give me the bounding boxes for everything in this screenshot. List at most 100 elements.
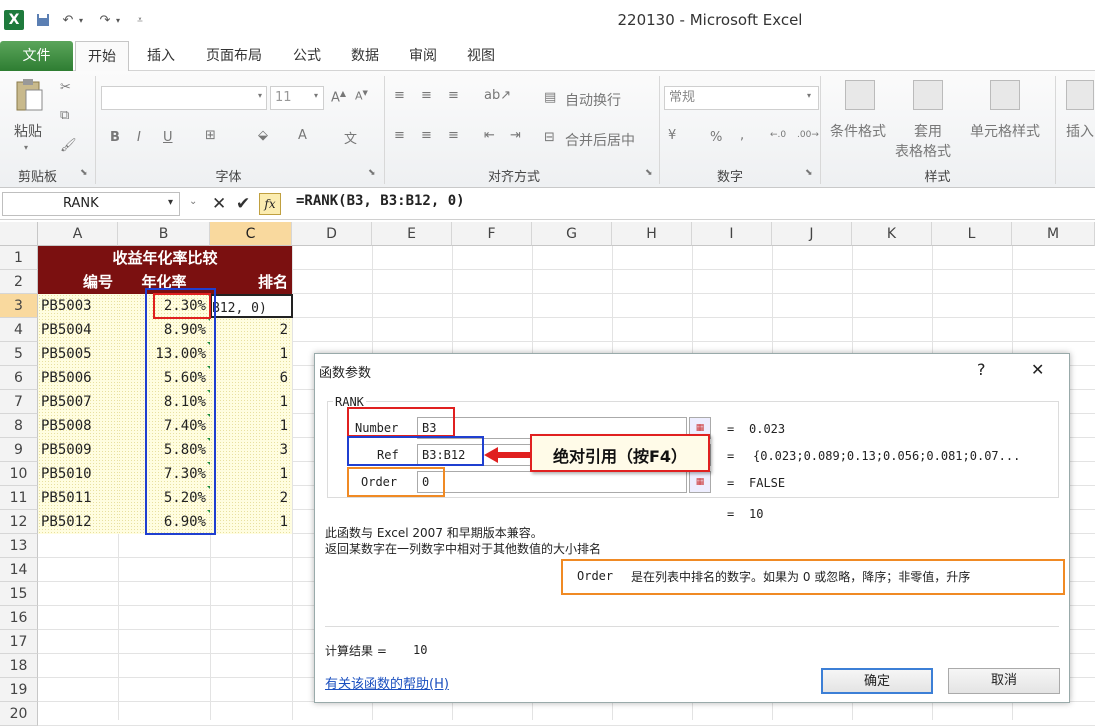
select-all-corner[interactable] [0,222,38,246]
tab-home[interactable]: 开始 [75,41,129,71]
cell-id[interactable]: PB5004 [38,318,118,342]
editing-cell-c3[interactable]: B12, 0) [210,294,293,318]
number-format-select[interactable]: 常规 [664,86,819,110]
font-color-icon[interactable]: A [298,128,307,143]
row-header-20[interactable]: 20 [0,702,38,726]
italic-button[interactable]: I [137,130,141,145]
clipboard-launcher-icon[interactable]: ⬊ [80,168,88,178]
tab-review[interactable]: 审阅 [397,41,449,71]
tab-insert[interactable]: 插入 [134,41,188,71]
wrap-text-button[interactable]: 自动换行 [565,90,621,110]
font-launcher-icon[interactable]: ⬊ [368,168,376,178]
row-header-10[interactable]: 10 [0,462,38,486]
column-header-d[interactable]: D [292,222,372,246]
arg-input-order[interactable]: 0 [417,471,687,493]
row-header-9[interactable]: 9 [0,438,38,462]
expand-icon[interactable]: ⌄ [189,196,197,207]
percent-button[interactable]: % [710,130,722,145]
function-help-link[interactable]: 有关该函数的帮助(H) [325,673,449,692]
phonetic-icon[interactable]: 文 [344,128,357,147]
row-header-6[interactable]: 6 [0,366,38,390]
cell-rank[interactable]: 1 [210,342,292,366]
name-box-dropdown-icon[interactable]: ▾ [168,197,173,208]
format-painter-icon[interactable]: 🖌 [60,138,77,153]
tab-file[interactable]: 文件 [0,41,73,71]
cell-styles-button[interactable]: 单元格样式 [970,121,1040,141]
fill-color-icon[interactable]: ⬙ [258,128,268,143]
cell-id[interactable]: PB5007 [38,390,118,414]
column-header-f[interactable]: F [452,222,532,246]
cell-rank[interactable]: 3 [210,438,292,462]
format-table-icon[interactable] [913,80,943,110]
increase-decimal-icon[interactable]: ←.0 [770,130,786,140]
row-header-15[interactable]: 15 [0,582,38,606]
ok-button[interactable]: 确定 [821,668,933,694]
column-header-m[interactable]: M [1012,222,1095,246]
column-header-b[interactable]: B [118,222,210,246]
merge-center-icon[interactable]: ⊟ [544,130,555,145]
comma-button[interactable]: , [740,128,744,143]
formula-input[interactable]: =RANK(B3, B3:B12, 0) [296,193,465,209]
cancel-button[interactable]: 取消 [948,668,1060,694]
cell-id[interactable]: PB5011 [38,486,118,510]
column-header-c[interactable]: C [210,222,292,246]
collapse-dialog-icon[interactable]: ▦ [689,471,711,493]
row-header-17[interactable]: 17 [0,630,38,654]
row-header-16[interactable]: 16 [0,606,38,630]
tab-page-layout[interactable]: 页面布局 [195,41,273,71]
insert-function-icon[interactable]: fx [259,193,281,215]
enter-icon[interactable]: ✔ [236,194,250,214]
row-header-14[interactable]: 14 [0,558,38,582]
cell-rank[interactable]: 1 [210,462,292,486]
wrap-text-icon[interactable]: ▤ [544,90,556,105]
name-box[interactable]: RANK [2,192,180,216]
cell-id[interactable]: PB5009 [38,438,118,462]
underline-button[interactable]: U [163,130,173,145]
cell-rank[interactable]: 1 [210,414,292,438]
tab-view[interactable]: 视图 [456,41,506,71]
align-top-icon[interactable]: ≡ [394,88,405,103]
header-rank[interactable]: 排名 [210,270,292,294]
row-header-2[interactable]: 2 [0,270,38,294]
font-name-dropdown-icon[interactable]: ▾ [258,91,262,100]
row-header-8[interactable]: 8 [0,414,38,438]
align-bottom-icon[interactable]: ≡ [448,88,459,103]
currency-icon[interactable]: ¥ [668,128,676,143]
tab-formulas[interactable]: 公式 [282,41,332,71]
border-icon[interactable]: ⊞ [205,128,216,143]
cell-rank[interactable]: 1 [210,510,292,534]
cell-id[interactable]: PB5012 [38,510,118,534]
cell-id[interactable]: PB5010 [38,462,118,486]
orientation-icon[interactable]: ab↗ [484,88,511,103]
insert-cells-icon[interactable] [1066,80,1094,110]
row-header-3[interactable]: 3 [0,294,38,318]
column-header-a[interactable]: A [38,222,118,246]
row-header-19[interactable]: 19 [0,678,38,702]
header-id[interactable]: 编号 [38,270,118,294]
row-header-7[interactable]: 7 [0,390,38,414]
close-icon[interactable]: ✕ [1031,360,1044,379]
align-center-icon[interactable]: ≡ [421,128,432,143]
tab-data[interactable]: 数据 [340,41,390,71]
font-name-select[interactable] [101,86,267,110]
row-header-5[interactable]: 5 [0,342,38,366]
column-header-i[interactable]: I [692,222,772,246]
cut-icon[interactable]: ✂ [60,80,71,95]
decrease-decimal-icon[interactable]: .00→ [797,130,819,140]
help-button[interactable]: ? [977,360,986,379]
row-header-4[interactable]: 4 [0,318,38,342]
copy-icon[interactable]: ⧉ [60,108,69,123]
decrease-indent-icon[interactable]: ⇤ [484,128,495,143]
align-left-icon[interactable]: ≡ [394,128,405,143]
paste-dropdown-icon[interactable]: ▾ [24,143,28,152]
cell-rank[interactable]: 2 [210,486,292,510]
row-header-12[interactable]: 12 [0,510,38,534]
grow-font-icon[interactable]: A▲ [331,89,346,105]
column-header-h[interactable]: H [612,222,692,246]
column-header-k[interactable]: K [852,222,932,246]
merge-center-button[interactable]: 合并后居中 [565,130,635,150]
cell-id[interactable]: PB5005 [38,342,118,366]
column-header-l[interactable]: L [932,222,1012,246]
row-header-11[interactable]: 11 [0,486,38,510]
paste-button[interactable]: 粘贴 [14,121,42,141]
